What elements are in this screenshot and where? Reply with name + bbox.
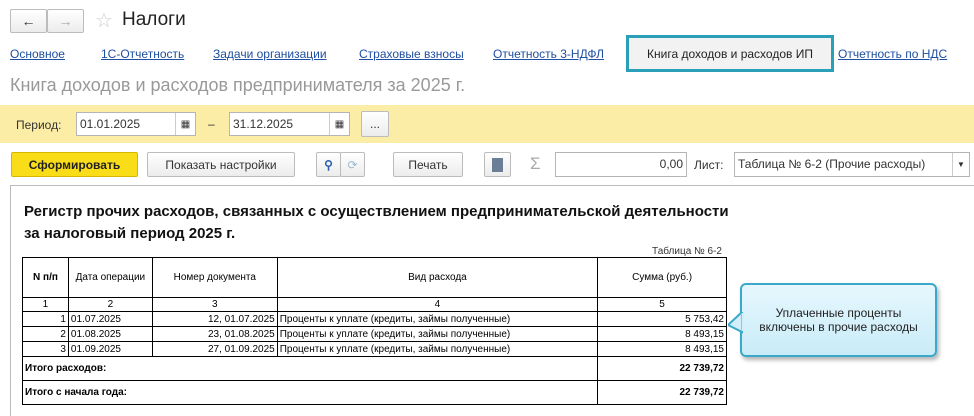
search-cancel-icon: ⟳	[347, 157, 358, 172]
tab-1c-reporting[interactable]: 1С-Отчетность	[101, 47, 184, 61]
table-row: 2 01.08.2025 23, 01.08.2025 Проценты к у…	[22, 326, 727, 342]
col-number: 4	[276, 297, 599, 312]
forward-button[interactable]: →	[47, 9, 84, 33]
search-button[interactable]: ⚲	[316, 152, 341, 177]
period-from-input[interactable]: 01.01.2025 ▦	[76, 112, 196, 136]
chevron-down-icon[interactable]: ▼	[952, 153, 969, 176]
ytd-row: Итого с начала года: 22 739,72	[21, 380, 727, 405]
col-number: 1	[22, 297, 69, 312]
table-row: 1 01.07.2025 12, 01.07.2025 Проценты к у…	[22, 311, 727, 327]
cell-n: 1	[22, 311, 69, 327]
cell-doc: 23, 01.08.2025	[151, 326, 278, 342]
cell-n: 3	[22, 341, 69, 357]
print-button[interactable]: Печать	[393, 152, 463, 177]
sheet-label: Лист:	[694, 158, 724, 172]
page-heading: Книга доходов и расходов предпринимателя…	[10, 75, 466, 95]
table-caption: Таблица № 6-2	[652, 246, 722, 257]
calendar-icon[interactable]: ▦	[329, 113, 349, 135]
cell-sum: 5 753,42	[597, 311, 727, 327]
col-header: N п/п	[22, 257, 69, 298]
report-title-line2: за налоговый период 2025 г.	[24, 225, 236, 242]
col-header: Вид расхода	[276, 257, 599, 298]
cell-type: Проценты к уплате (кредиты, займы получе…	[276, 326, 599, 342]
col-number: 3	[151, 297, 278, 312]
ytd-value: 22 739,72	[597, 380, 727, 405]
save-button[interactable]	[484, 152, 511, 177]
window-title: Налоги	[122, 9, 186, 30]
ytd-label: Итого с начала года:	[21, 380, 599, 405]
back-button[interactable]: ←	[10, 9, 47, 33]
expense-table: N п/п Дата операции Номер документа Вид …	[21, 257, 727, 405]
tab-kudir[interactable]: Книга доходов и расходов ИП	[626, 35, 834, 72]
col-number: 2	[67, 297, 153, 312]
sigma-icon: Σ	[530, 154, 541, 173]
period-label: Период:	[16, 118, 62, 132]
column-number-row: 1 2 3 4 5	[22, 297, 727, 312]
cell-date: 01.09.2025	[67, 341, 153, 357]
tab-org-tasks[interactable]: Задачи организации	[213, 47, 327, 61]
tab-kudir-label: Книга доходов и расходов ИП	[647, 46, 813, 61]
col-header: Сумма (руб.)	[597, 257, 727, 298]
generate-button[interactable]: Сформировать	[11, 152, 138, 177]
period-dash: –	[208, 117, 215, 131]
cell-type: Проценты к уплате (кредиты, займы получе…	[276, 341, 599, 357]
show-settings-button[interactable]: Показать настройки	[147, 152, 295, 177]
arrow-left-icon: ←	[21, 13, 36, 29]
total-value: 22 739,72	[597, 356, 727, 381]
tab-insurance[interactable]: Страховые взносы	[359, 47, 464, 61]
search-icon: ⚲	[324, 157, 333, 172]
cell-doc: 27, 01.09.2025	[151, 341, 278, 357]
save-icon	[492, 157, 503, 172]
tab-vat[interactable]: Отчетность по НДС	[838, 47, 947, 61]
cell-type: Проценты к уплате (кредиты, займы получе…	[276, 311, 599, 327]
period-select-button[interactable]: ...	[361, 111, 389, 137]
period-to-input[interactable]: 31.12.2025 ▦	[229, 112, 350, 136]
cell-date: 01.08.2025	[67, 326, 153, 342]
total-row: Итого расходов: 22 739,72	[21, 356, 727, 381]
cell-sum: 8 493,15	[597, 326, 727, 342]
tab-main[interactable]: Основное	[10, 47, 65, 61]
col-header: Дата операции	[67, 257, 153, 298]
table-row: 3 01.09.2025 27, 01.09.2025 Проценты к у…	[22, 341, 727, 357]
col-header: Номер документа	[151, 257, 278, 298]
callout-text: Уплаченные проценты включены в прочие ра…	[759, 306, 918, 334]
arrow-right-icon: →	[58, 13, 73, 29]
callout-pointer	[728, 312, 744, 334]
search-next-button[interactable]: ⟳	[340, 152, 365, 177]
col-number: 5	[597, 297, 727, 312]
sum-field: 0,00	[555, 152, 687, 177]
header-row: N п/п Дата операции Номер документа Вид …	[22, 257, 727, 298]
callout: Уплаченные проценты включены в прочие ра…	[740, 283, 937, 357]
total-label: Итого расходов:	[21, 356, 599, 381]
cell-date: 01.07.2025	[67, 311, 153, 327]
cell-n: 2	[22, 326, 69, 342]
cell-sum: 8 493,15	[597, 341, 727, 357]
calendar-icon[interactable]: ▦	[175, 113, 195, 135]
cell-doc: 12, 01.07.2025	[151, 311, 278, 327]
tab-3ndfl[interactable]: Отчетность 3-НДФЛ	[493, 47, 604, 61]
sheet-select[interactable]: Таблица № 6-2 (Прочие расходы) ▼	[734, 152, 970, 177]
star-icon[interactable]: ☆	[95, 8, 113, 33]
report-title-line1: Регистр прочих расходов, связанных с осу…	[24, 203, 729, 220]
